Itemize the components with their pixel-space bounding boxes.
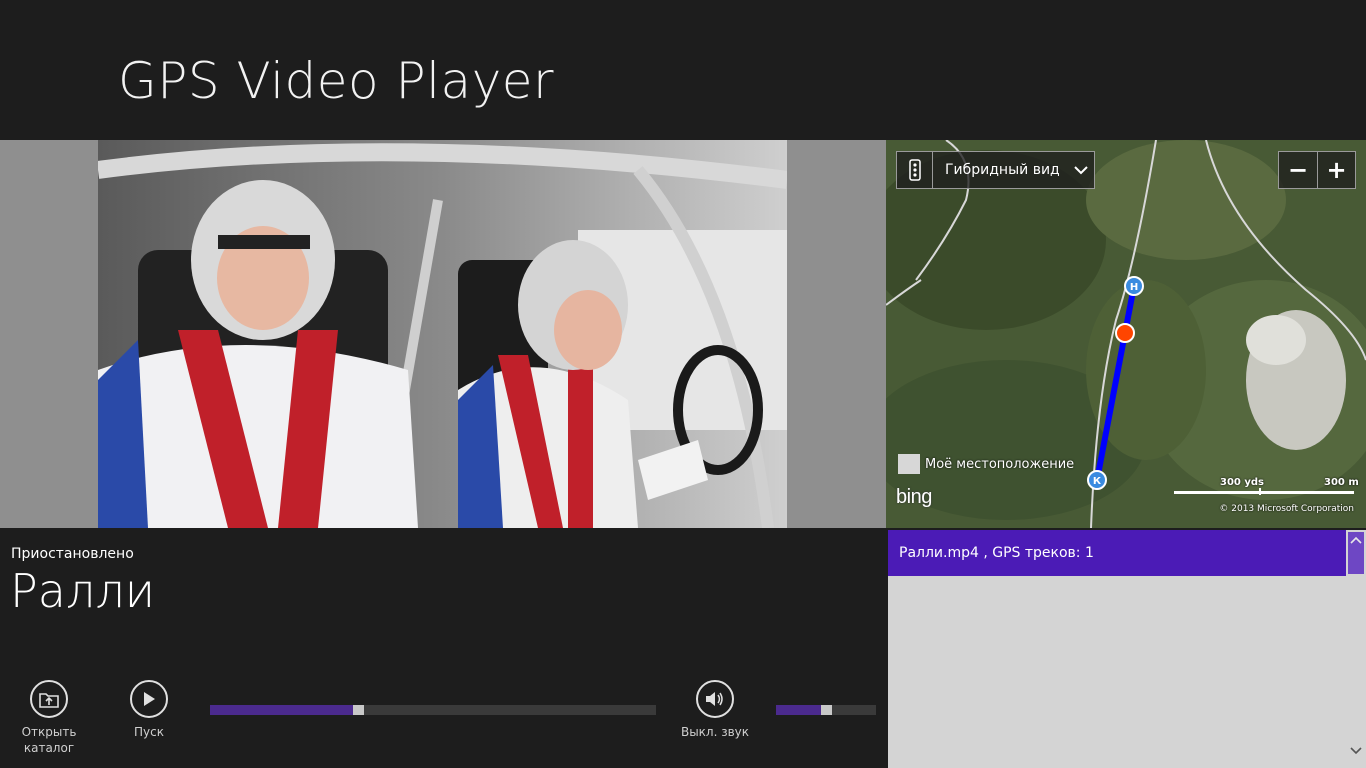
- zoom-controls: − +: [1278, 151, 1356, 189]
- app-header: GPS Video Player: [0, 0, 1366, 140]
- file-list: Ралли.mp4 , GPS треков: 1: [888, 530, 1366, 768]
- video-still-image: [98, 140, 787, 528]
- map-copyright: © 2013 Microsoft Corporation: [1219, 504, 1354, 514]
- current-position-icon: [1115, 323, 1135, 343]
- chevron-down-icon: [1350, 747, 1362, 755]
- track-title: Ралли: [10, 564, 156, 618]
- play-label: Пуск: [134, 725, 164, 739]
- zoom-in-button[interactable]: +: [1317, 152, 1355, 188]
- scroll-up-button[interactable]: [1348, 532, 1364, 574]
- open-folder-label-line2: каталог: [23, 741, 75, 755]
- my-location-checkbox[interactable]: [898, 454, 920, 474]
- scale-bar: [1174, 488, 1354, 495]
- bing-logo: bing: [896, 486, 932, 508]
- chevron-up-icon: [1350, 536, 1362, 544]
- play-icon[interactable]: [130, 680, 168, 718]
- seek-bar-thumb[interactable]: [353, 705, 364, 715]
- playback-status: Приостановлено: [11, 546, 134, 562]
- end-marker-label: К: [1093, 476, 1102, 487]
- open-folder-button[interactable]: Открыть каталог: [1, 680, 97, 756]
- app-title: GPS Video Player: [118, 52, 555, 110]
- mute-label: Выкл. звук: [680, 725, 750, 739]
- volume-slider[interactable]: [776, 705, 876, 715]
- scale-meters: 300 m: [1324, 477, 1359, 488]
- volume-slider-thumb[interactable]: [821, 705, 832, 715]
- my-location-label: Моё местоположение: [925, 456, 1075, 472]
- volume-slider-fill: [776, 705, 821, 715]
- open-folder-label-line1: Открыть: [21, 725, 77, 739]
- map[interactable]: Н К Гибридный вид − + Моё местоположение…: [886, 140, 1366, 528]
- video-area: [0, 140, 886, 528]
- map-view-selector[interactable]: Гибридный вид: [896, 151, 1095, 189]
- start-marker-label: Н: [1130, 282, 1138, 293]
- list-scrollbar[interactable]: [1346, 530, 1366, 768]
- mute-button[interactable]: Выкл. звук: [667, 680, 763, 740]
- speaker-icon[interactable]: [696, 680, 734, 718]
- list-item[interactable]: Ралли.mp4 , GPS треков: 1: [888, 530, 1346, 576]
- player-panel: Приостановлено Ралли Открыть каталог Пуск…: [0, 528, 888, 768]
- zoom-out-button[interactable]: −: [1279, 152, 1317, 188]
- scroll-down-button[interactable]: [1349, 744, 1363, 758]
- map-view-label[interactable]: Гибридный вид: [933, 152, 1068, 188]
- play-button[interactable]: Пуск: [101, 680, 197, 740]
- my-location-toggle[interactable]: Моё местоположение: [898, 454, 1074, 474]
- seek-bar[interactable]: [210, 705, 656, 715]
- scale-yards: 300 yds: [1220, 477, 1264, 488]
- seek-bar-fill: [210, 705, 353, 715]
- folder-upload-icon[interactable]: [30, 680, 68, 718]
- video-frame[interactable]: [98, 140, 787, 528]
- chevron-down-icon[interactable]: [1068, 152, 1094, 188]
- traffic-light-icon[interactable]: [897, 152, 933, 188]
